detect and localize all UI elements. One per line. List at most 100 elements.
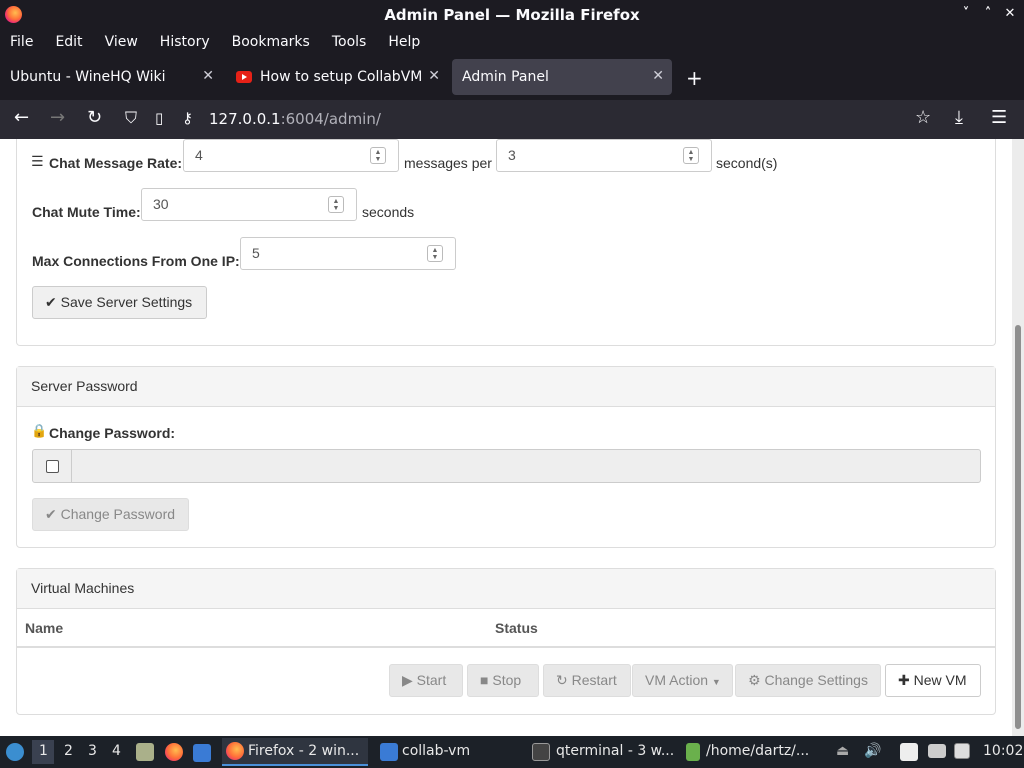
shield-icon[interactable]: ⛉ xyxy=(125,108,137,128)
forward-icon[interactable]: → xyxy=(50,108,65,128)
menu-icon[interactable]: ☰ xyxy=(991,108,1007,128)
network-icon[interactable] xyxy=(928,744,946,758)
upload-icon[interactable]: ⏏ xyxy=(836,743,849,759)
mute-unit: seconds xyxy=(362,204,415,220)
show-password-checkbox[interactable] xyxy=(46,460,59,473)
workspace-2[interactable]: 2 xyxy=(64,743,73,759)
menu-file[interactable]: File xyxy=(10,34,33,50)
workspace-4[interactable]: 4 xyxy=(112,743,121,759)
tab-admin-panel[interactable]: Admin Panel ✕ xyxy=(452,59,672,95)
check-icon: ✔ xyxy=(45,294,57,310)
menu-bookmarks[interactable]: Bookmarks xyxy=(232,34,310,50)
clipboard-icon[interactable] xyxy=(900,743,918,761)
tab-label: Admin Panel xyxy=(462,69,549,85)
minimize-button[interactable]: ˅ xyxy=(960,6,972,21)
bookmark-star-icon[interactable]: ☆ xyxy=(915,108,931,128)
mute-time-label: Chat Mute Time: xyxy=(32,204,141,220)
seconds-suffix: second(s) xyxy=(716,155,778,171)
spinner-icon[interactable]: ▲ ▼ xyxy=(328,196,344,213)
close-icon[interactable]: ✕ xyxy=(202,68,214,84)
reload-icon[interactable]: ↻ xyxy=(87,108,102,128)
change-settings-button[interactable]: ⚙ Change Settings xyxy=(735,664,881,697)
taskbar-label: qterminal - 3 w... xyxy=(556,743,675,759)
virtual-machines-panel: Virtual Machines Name Status ▶ Start ■ S… xyxy=(16,568,996,715)
close-icon[interactable]: ✕ xyxy=(428,68,440,84)
new-vm-button[interactable]: ✚ New VM xyxy=(885,664,981,697)
spinner-icon[interactable]: ▲ ▼ xyxy=(370,147,386,164)
chat-rate-label: Chat Message Rate: xyxy=(49,155,183,171)
firefox-icon xyxy=(5,6,22,23)
menu-view[interactable]: View xyxy=(105,34,138,50)
workspace-1[interactable]: 1 xyxy=(39,743,48,759)
menu-help[interactable]: Help xyxy=(388,34,420,50)
gear-icon: ⚙ xyxy=(748,672,761,688)
chat-rate-input[interactable]: 4 ▲ ▼ xyxy=(183,139,399,172)
page-scrollbar[interactable] xyxy=(1012,139,1024,736)
window-title: Admin Panel — Mozilla Firefox xyxy=(384,5,640,24)
close-icon[interactable]: ✕ xyxy=(652,68,664,84)
firefox-launcher-icon[interactable] xyxy=(165,743,183,761)
page-icon[interactable]: ▯ xyxy=(155,108,163,128)
menu-history[interactable]: History xyxy=(160,34,210,50)
list-icon: ☰ xyxy=(31,153,44,169)
youtube-icon xyxy=(236,71,252,83)
server-settings-panel: ☰ Chat Message Rate: 4 ▲ ▼ messages per 3 ▲… xyxy=(16,139,996,346)
spinner-icon[interactable]: ▲ ▼ xyxy=(683,147,699,164)
play-icon: ▶ xyxy=(402,672,413,688)
taskbar-item-collab-vm[interactable]: collab-vm xyxy=(376,738,522,766)
check-icon: ✔ xyxy=(45,506,57,522)
firefox-icon xyxy=(226,742,244,760)
folder-icon xyxy=(686,743,700,761)
refresh-icon: ↻ xyxy=(556,672,568,688)
workspace-3[interactable]: 3 xyxy=(88,743,97,759)
navigation-bar: ← → ↻ ⛉ ▯ ⚷ 127.0.0.1:6004/admin/ ☆ ⤓ ☰ xyxy=(0,100,1024,139)
mute-time-input[interactable]: 30 ▲ ▼ xyxy=(141,188,357,221)
tab-label: Ubuntu - WineHQ Wiki xyxy=(10,69,166,85)
menu-edit[interactable]: Edit xyxy=(55,34,82,50)
stop-icon: ■ xyxy=(480,672,489,688)
vm-action-dropdown[interactable]: VM Action ▼ xyxy=(632,664,733,697)
close-window-button[interactable]: ✕ xyxy=(1004,6,1016,21)
chat-rate-seconds-input[interactable]: 3 ▲ ▼ xyxy=(496,139,712,172)
menu-tools[interactable]: Tools xyxy=(332,34,367,50)
plus-icon: ✚ xyxy=(898,672,910,688)
restart-button[interactable]: ↻ Restart xyxy=(543,664,631,697)
key-icon[interactable]: ⚷ xyxy=(182,108,193,128)
taskbar-item-firefox[interactable]: Firefox - 2 win... xyxy=(222,738,368,766)
col-name: Name xyxy=(25,620,64,636)
back-icon[interactable]: ← xyxy=(14,108,29,128)
save-server-settings-button[interactable]: ✔ Save Server Settings xyxy=(32,286,207,319)
volume-icon[interactable]: 🔊 xyxy=(864,743,881,759)
file-manager-icon[interactable] xyxy=(136,743,154,761)
taskbar: 1 2 3 4 Firefox - 2 win... collab-vm qte… xyxy=(0,736,1024,768)
taskbar-item-qterminal[interactable]: qterminal - 3 w... xyxy=(530,738,676,766)
panel-heading: Server Password xyxy=(17,367,995,407)
page-content: ☰ Chat Message Rate: 4 ▲ ▼ messages per 3 ▲… xyxy=(0,139,1012,736)
new-tab-icon[interactable]: + xyxy=(686,66,703,90)
tab-bar: Ubuntu - WineHQ Wiki ✕ How to setup Coll… xyxy=(0,54,1024,100)
vm-table-header: Name Status xyxy=(17,609,995,648)
taskbar-item-home[interactable]: /home/dartz/... xyxy=(684,738,830,766)
caret-down-icon: ▼ xyxy=(711,677,721,687)
url-bar[interactable]: 127.0.0.1:6004/admin/ xyxy=(209,110,381,128)
lock-icon: 🔒 xyxy=(31,423,48,438)
change-password-button[interactable]: ✔ Change Password xyxy=(32,498,189,531)
taskbar-label: Firefox - 2 win... xyxy=(248,743,360,759)
desktop-icon[interactable] xyxy=(193,744,211,762)
terminal-icon xyxy=(532,743,550,761)
scrollbar-thumb[interactable] xyxy=(1015,325,1021,729)
download-icon[interactable]: ⤓ xyxy=(955,108,963,128)
start-menu-icon[interactable] xyxy=(6,743,24,761)
password-input[interactable] xyxy=(71,449,981,483)
clock: 10:02 xyxy=(983,743,1024,759)
max-connections-input[interactable]: 5 ▲ ▼ xyxy=(240,237,456,270)
start-button[interactable]: ▶ Start xyxy=(389,664,463,697)
messages-per-label: messages per xyxy=(404,155,492,171)
tab-collabvm[interactable]: How to setup CollabVM S ✕ xyxy=(226,59,448,95)
taskbar-label: /home/dartz/... xyxy=(706,743,810,759)
tab-winehq[interactable]: Ubuntu - WineHQ Wiki ✕ xyxy=(0,59,222,95)
maximize-button[interactable]: ˄ xyxy=(982,6,994,21)
spinner-icon[interactable]: ▲ ▼ xyxy=(427,245,443,262)
update-icon[interactable] xyxy=(954,743,970,759)
stop-button[interactable]: ■ Stop xyxy=(467,664,539,697)
